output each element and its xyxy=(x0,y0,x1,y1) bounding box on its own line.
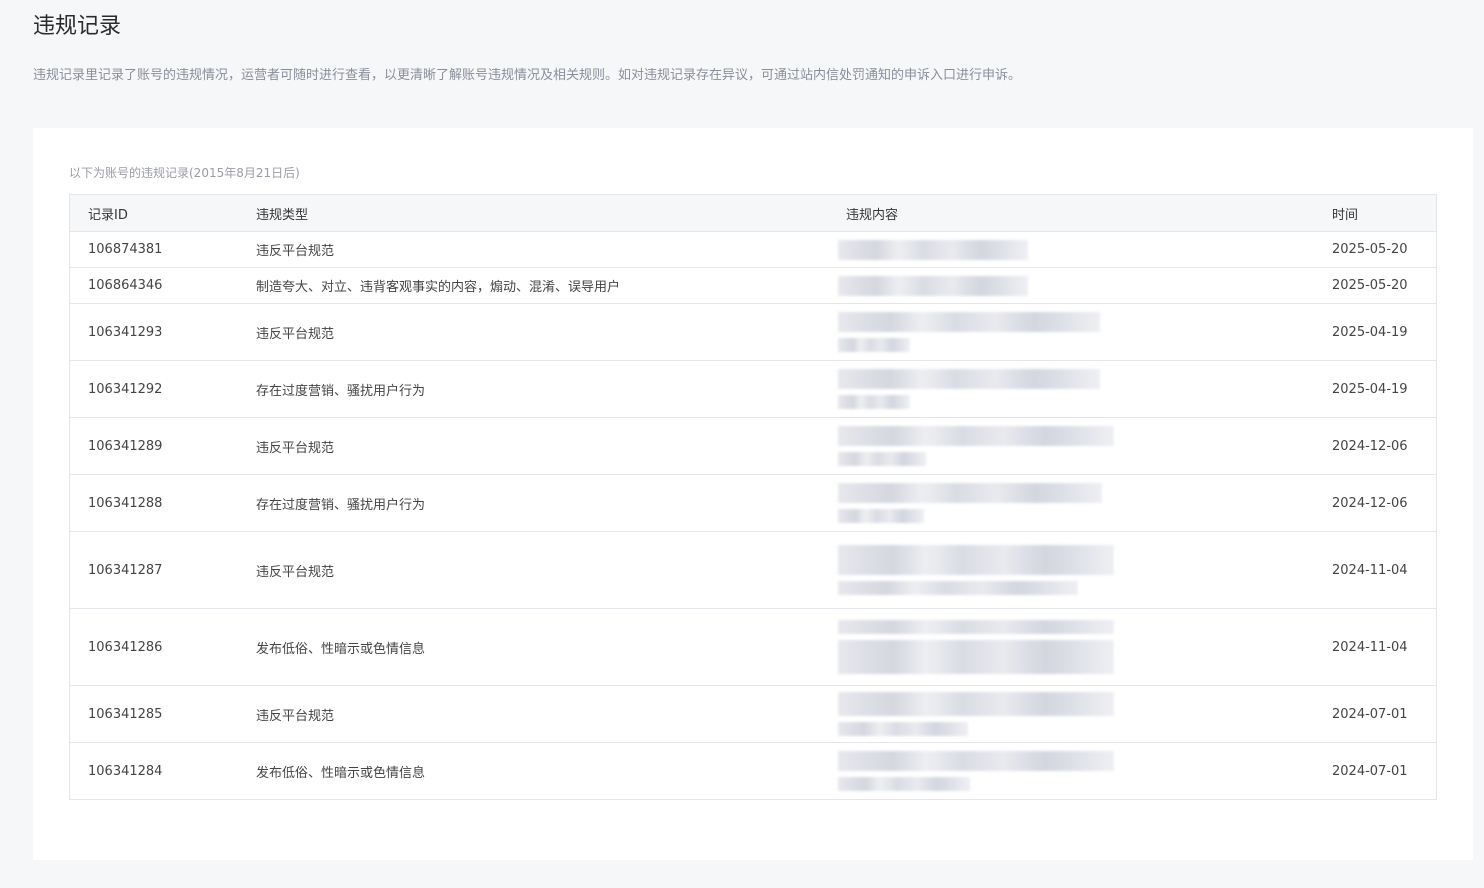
table-row: 106341292 存在过度营销、骚扰用户行为 2025-04-19 xyxy=(69,360,1437,418)
record-id: 106341287 xyxy=(69,531,238,609)
violation-records-table: 记录ID 违规类型 违规内容 时间 106874381 违反平台规范 2025-… xyxy=(69,194,1437,800)
table-row: 106341293 违反平台规范 2025-04-19 xyxy=(69,303,1437,361)
violation-content-redacted xyxy=(828,685,1314,743)
record-time: 2024-07-01 xyxy=(1314,685,1437,743)
header-time: 时间 xyxy=(1314,194,1437,232)
table-row: 106341288 存在过度营销、骚扰用户行为 2024-12-06 xyxy=(69,474,1437,532)
header-violation-type: 违规类型 xyxy=(238,194,828,232)
violation-type: 存在过度营销、骚扰用户行为 xyxy=(238,474,828,532)
header-violation-content: 违规内容 xyxy=(828,194,1314,232)
table-row: 106341287 违反平台规范 2024-11-04 xyxy=(69,531,1437,609)
violation-type: 违反平台规范 xyxy=(238,417,828,475)
record-id: 106341284 xyxy=(69,742,238,800)
violation-content-redacted xyxy=(828,267,1314,304)
record-time: 2025-05-20 xyxy=(1314,231,1437,268)
table-row: 106341286 发布低俗、性暗示或色情信息 2024-11-04 xyxy=(69,608,1437,686)
record-time: 2025-04-19 xyxy=(1314,303,1437,361)
table-row: 106341284 发布低俗、性暗示或色情信息 2024-07-01 xyxy=(69,742,1437,800)
violation-type: 制造夸大、对立、违背客观事实的内容，煽动、混淆、误导用户 xyxy=(238,267,828,304)
record-id: 106874381 xyxy=(69,231,238,268)
record-id: 106341288 xyxy=(69,474,238,532)
table-row: 106864346 制造夸大、对立、违背客观事实的内容，煽动、混淆、误导用户 2… xyxy=(69,267,1437,304)
violation-content-redacted xyxy=(828,608,1314,686)
page-description: 违规记录里记录了账号的违规情况，运营者可随时进行查看，以更清晰了解账号违规情况及… xyxy=(33,68,1022,83)
record-id: 106864346 xyxy=(69,267,238,304)
records-card: 以下为账号的违规记录(2015年8月21日后) 记录ID 违规类型 违规内容 时… xyxy=(33,128,1473,860)
table-row: 106341285 违反平台规范 2024-07-01 xyxy=(69,685,1437,743)
header-record-id: 记录ID xyxy=(69,194,238,232)
violation-content-redacted xyxy=(828,417,1314,475)
record-time: 2025-05-20 xyxy=(1314,267,1437,304)
violation-content-redacted xyxy=(828,303,1314,361)
violation-content-redacted xyxy=(828,231,1314,268)
record-time: 2024-12-06 xyxy=(1314,417,1437,475)
record-time: 2024-12-06 xyxy=(1314,474,1437,532)
record-id: 106341289 xyxy=(69,417,238,475)
record-id: 106341286 xyxy=(69,608,238,686)
violation-type: 违反平台规范 xyxy=(238,685,828,743)
violation-type: 发布低俗、性暗示或色情信息 xyxy=(238,608,828,686)
page-title: 违规记录 xyxy=(33,14,122,39)
violation-content-redacted xyxy=(828,360,1314,418)
violation-type: 违反平台规范 xyxy=(238,231,828,268)
violation-content-redacted xyxy=(828,531,1314,609)
violation-content-redacted xyxy=(828,474,1314,532)
table-row: 106874381 违反平台规范 2025-05-20 xyxy=(69,231,1437,268)
table-caption: 以下为账号的违规记录(2015年8月21日后) xyxy=(69,166,300,180)
violation-type: 违反平台规范 xyxy=(238,303,828,361)
violation-type: 发布低俗、性暗示或色情信息 xyxy=(238,742,828,800)
violation-type: 存在过度营销、骚扰用户行为 xyxy=(238,360,828,418)
violation-content-redacted xyxy=(828,742,1314,800)
table-row: 106341289 违反平台规范 2024-12-06 xyxy=(69,417,1437,475)
record-time: 2024-07-01 xyxy=(1314,742,1437,800)
record-time: 2025-04-19 xyxy=(1314,360,1437,418)
record-id: 106341292 xyxy=(69,360,238,418)
violation-type: 违反平台规范 xyxy=(238,531,828,609)
record-id: 106341285 xyxy=(69,685,238,743)
record-id: 106341293 xyxy=(69,303,238,361)
record-time: 2024-11-04 xyxy=(1314,608,1437,686)
record-time: 2024-11-04 xyxy=(1314,531,1437,609)
table-header-row: 记录ID 违规类型 违规内容 时间 xyxy=(69,194,1437,232)
